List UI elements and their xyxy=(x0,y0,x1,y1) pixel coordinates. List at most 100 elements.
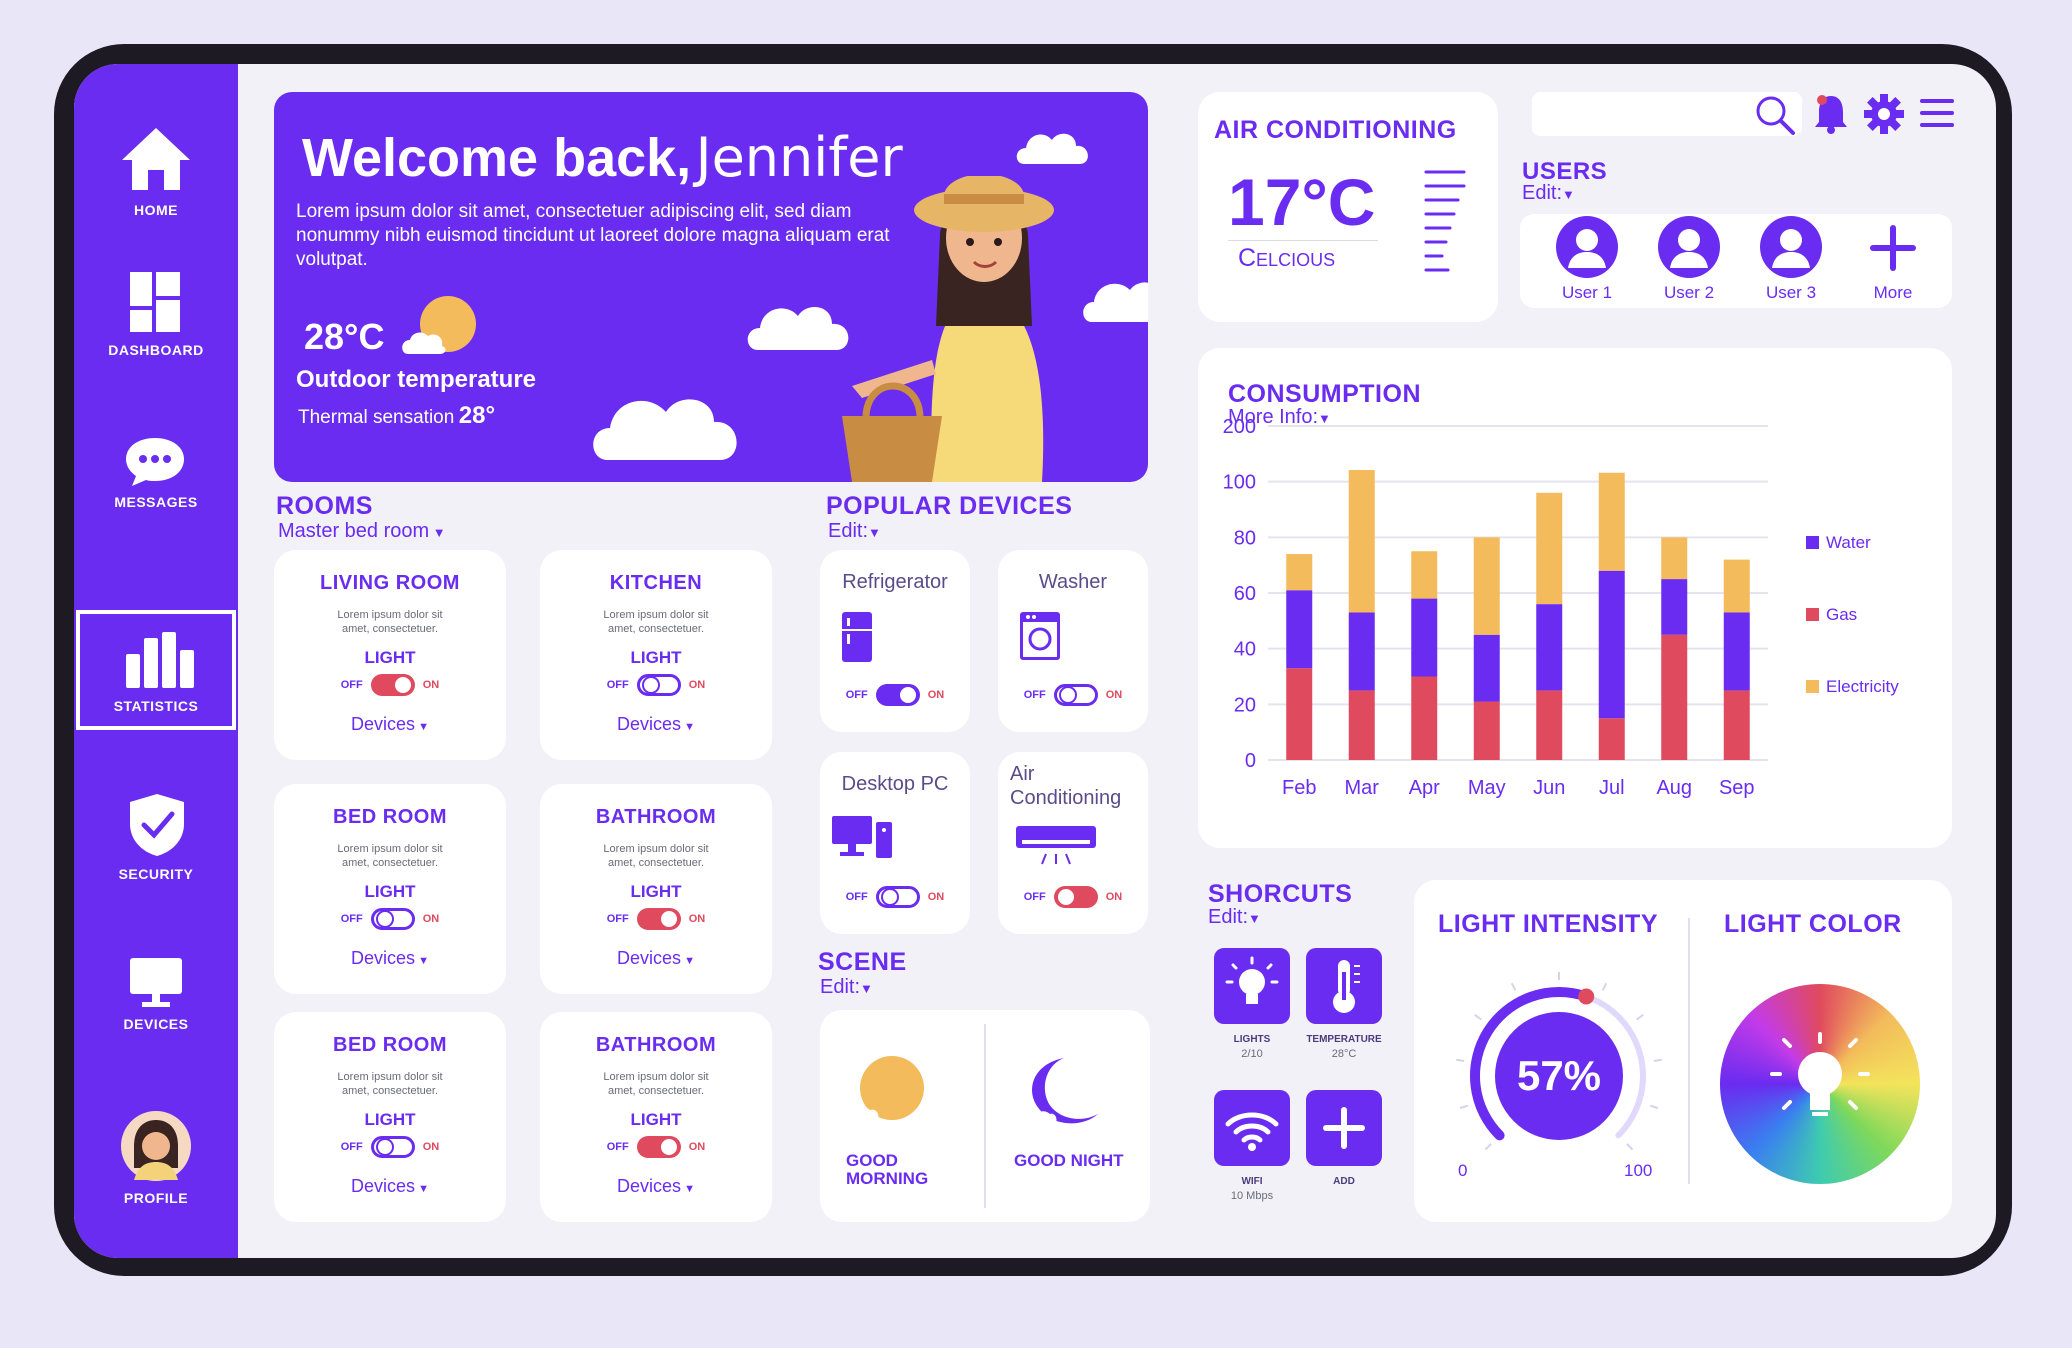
sidebar-item-label: DEVICES xyxy=(123,1016,189,1032)
sidebar: HOME DASHBOARD MESSAGES STATISTICS SECUR… xyxy=(74,64,238,1258)
room-light-toggle[interactable]: OFF ON xyxy=(274,908,506,930)
popular-devices-edit[interactable]: Edit:▼ xyxy=(828,520,881,543)
toggle-switch[interactable] xyxy=(370,674,415,696)
chevron-down-icon: ▼ xyxy=(1248,911,1261,926)
shortcut-temperature[interactable] xyxy=(1306,948,1382,1024)
color-wheel[interactable] xyxy=(1720,984,1920,1184)
room-light-toggle[interactable]: OFF ON xyxy=(540,908,772,930)
device-card-washer[interactable]: Washer OFF ON xyxy=(998,550,1148,732)
room-devices-link[interactable]: Devices ▼ xyxy=(274,1176,506,1197)
device-toggle[interactable]: OFF ON xyxy=(998,684,1148,706)
gear-icon[interactable] xyxy=(1864,94,1904,134)
bar-segment xyxy=(1286,668,1313,760)
more-users-button[interactable]: More xyxy=(1848,216,1938,303)
scene-good-night[interactable]: GOOD NIGHT xyxy=(986,1010,1150,1222)
device-toggle[interactable]: OFF ON xyxy=(998,886,1148,908)
bell-icon[interactable] xyxy=(1814,94,1848,134)
menu-icon[interactable] xyxy=(1920,98,1954,128)
x-tick-label: Sep xyxy=(1719,777,1755,799)
device-card-air-conditioning[interactable]: Air Conditioning OFF ON xyxy=(998,752,1148,934)
bar-segment xyxy=(1536,690,1563,760)
users-edit[interactable]: Edit:▼ xyxy=(1522,182,1575,205)
cloud-icon xyxy=(1016,133,1088,164)
shortcut-label: LIGHTS xyxy=(1233,1034,1271,1045)
room-light-label: LIGHT xyxy=(364,882,416,901)
thermal-label: Thermal sensation xyxy=(298,407,455,428)
toggle-switch[interactable] xyxy=(875,684,920,706)
shortcuts-edit[interactable]: Edit:▼ xyxy=(1208,906,1261,929)
sidebar-item-home[interactable]: HOME xyxy=(74,104,238,254)
rooms-filter[interactable]: Master bed room ▼ xyxy=(278,520,446,543)
room-card[interactable]: BED ROOM Lorem ipsum dolor sit amet, con… xyxy=(274,784,506,994)
user-item[interactable]: User 2 xyxy=(1644,216,1734,303)
room-name: BATHROOM xyxy=(595,806,717,828)
scene-title: SCENE xyxy=(818,948,907,976)
room-devices-link[interactable]: Devices ▼ xyxy=(540,714,772,735)
scene-label: GOOD MORNING xyxy=(846,1151,929,1188)
sidebar-item-dashboard[interactable]: DASHBOARD xyxy=(74,260,238,410)
user-label: User 1 xyxy=(1561,283,1613,302)
room-card[interactable]: BATHROOM Lorem ipsum dolor sit amet, con… xyxy=(540,784,772,994)
on-label: ON xyxy=(1105,689,1123,701)
toggle-switch[interactable] xyxy=(636,674,681,696)
toggle-switch[interactable] xyxy=(370,908,415,930)
toggle-switch[interactable] xyxy=(1053,684,1098,706)
bar-segment xyxy=(1661,579,1688,635)
consumption-chart: 0 20 40 60 80 100 200 Feb Mar Apr May Jun Jul Aug Sep W… xyxy=(1223,416,1900,799)
scene-good-morning[interactable]: GOOD MORNING xyxy=(820,1010,984,1222)
user-icon xyxy=(1658,216,1720,278)
room-card[interactable]: BATHROOM Lorem ipsum dolor sit amet, con… xyxy=(540,1012,772,1222)
room-devices-link[interactable]: Devices ▼ xyxy=(274,948,506,969)
shortcut-add[interactable] xyxy=(1306,1090,1382,1166)
user-item[interactable]: User 3 xyxy=(1746,216,1836,303)
gauge-min: 0 xyxy=(1458,1161,1467,1180)
scene-edit[interactable]: Edit:▼ xyxy=(820,976,873,999)
moon-icon xyxy=(1029,1058,1098,1126)
room-devices-link[interactable]: Devices ▼ xyxy=(540,1176,772,1197)
room-devices-link[interactable]: Devices ▼ xyxy=(540,948,772,969)
room-light-toggle[interactable]: OFF ON xyxy=(540,1136,772,1158)
sidebar-item-devices[interactable]: DEVICES xyxy=(74,944,238,1094)
toggle-switch[interactable] xyxy=(636,1136,681,1158)
sidebar-item-profile[interactable]: PROFILE xyxy=(74,1104,238,1254)
sidebar-item-messages[interactable]: MESSAGES xyxy=(74,414,238,564)
y-tick-label: 20 xyxy=(1234,694,1256,716)
toggle-switch[interactable] xyxy=(636,908,681,930)
off-label: OFF xyxy=(845,689,868,701)
toggle-switch[interactable] xyxy=(370,1136,415,1158)
room-light-label: LIGHT xyxy=(364,1110,416,1129)
room-description: Lorem ipsum dolor sit amet, consectetuer… xyxy=(603,843,709,869)
room-light-toggle[interactable]: OFF ON xyxy=(274,1136,506,1158)
user-item[interactable]: User 1 xyxy=(1542,216,1632,303)
light-intensity-gauge[interactable]: 57% 0 100 xyxy=(1444,970,1674,1190)
plus-icon xyxy=(1870,225,1916,271)
gauge-handle[interactable] xyxy=(1578,988,1595,1005)
device-card-desktop[interactable]: Desktop PC OFF ON xyxy=(820,752,970,934)
search-icon[interactable] xyxy=(1754,94,1796,136)
sun-cloud-icon xyxy=(402,296,476,354)
sidebar-item-statistics[interactable]: STATISTICS xyxy=(76,610,236,730)
device-card-refrigerator[interactable]: Refrigerator OFF ON xyxy=(820,550,970,732)
on-label: ON xyxy=(688,1141,706,1153)
sidebar-item-label: DASHBOARD xyxy=(108,342,204,358)
toggle-switch[interactable] xyxy=(1053,886,1098,908)
room-card[interactable]: BED ROOM Lorem ipsum dolor sit amet, con… xyxy=(274,1012,506,1222)
room-light-toggle[interactable]: OFF ON xyxy=(274,674,506,696)
room-light-toggle[interactable]: OFF ON xyxy=(540,674,772,696)
toggle-switch[interactable] xyxy=(875,886,920,908)
air-conditioning-card[interactable]: AIR CONDITIONING 17°C Celcious xyxy=(1198,92,1498,322)
gauge-tick xyxy=(1653,1058,1662,1062)
shortcut-lights[interactable] xyxy=(1214,948,1290,1024)
sidebar-item-security[interactable]: SECURITY xyxy=(74,784,238,934)
shortcut-wifi[interactable] xyxy=(1214,1090,1290,1166)
room-card[interactable]: LIVING ROOM Lorem ipsum dolor sit amet, … xyxy=(274,550,506,760)
rooms-filter-label: Master bed room xyxy=(278,520,430,542)
welcome-banner: Welcome back, Jennifer Lorem ipsum dolor… xyxy=(274,92,1148,482)
sun-icon xyxy=(849,1056,924,1124)
ac-title: AIR CONDITIONING xyxy=(1214,116,1457,144)
device-toggle[interactable]: OFF ON xyxy=(820,886,970,908)
room-card[interactable]: KITCHEN Lorem ipsum dolor sit amet, cons… xyxy=(540,550,772,760)
device-name: Desktop PC xyxy=(841,773,949,795)
device-toggle[interactable]: OFF ON xyxy=(820,684,970,706)
room-devices-link[interactable]: Devices ▼ xyxy=(274,714,506,735)
